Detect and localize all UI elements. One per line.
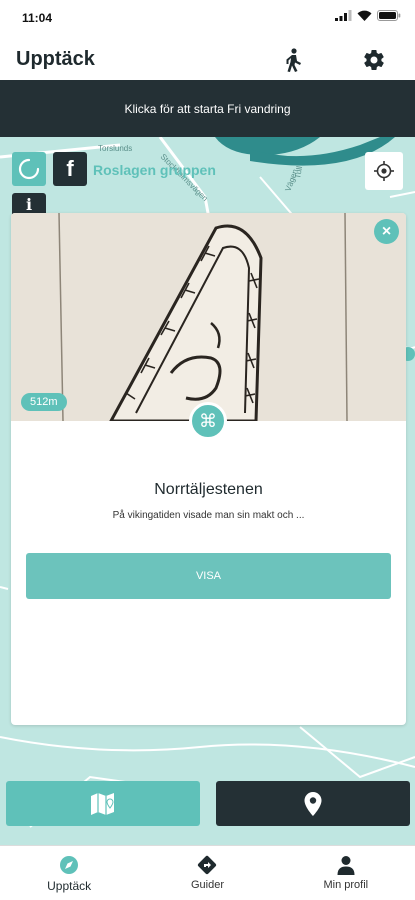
show-place-label: VISA bbox=[195, 570, 222, 582]
refresh-button[interactable] bbox=[12, 152, 46, 186]
nav-item-guides[interactable]: Guider bbox=[138, 846, 276, 900]
signal-icon bbox=[335, 10, 352, 21]
status-icons bbox=[335, 10, 401, 21]
person-icon bbox=[337, 856, 355, 875]
place-card: × ⌘ Norrtäljestenen På vikingatiden visa… bbox=[11, 213, 406, 725]
location-pin-icon bbox=[304, 791, 322, 816]
map-icon bbox=[91, 792, 114, 815]
settings-button[interactable] bbox=[358, 44, 390, 76]
walk-button[interactable] bbox=[277, 44, 309, 76]
map-view-toggle[interactable] bbox=[6, 781, 200, 826]
street-label-1: Torslunds bbox=[98, 144, 132, 153]
page-title: Upptäck bbox=[16, 48, 95, 70]
app-header: Upptäck bbox=[0, 38, 415, 80]
location-view-toggle[interactable] bbox=[216, 781, 410, 826]
distance-badge: 512m bbox=[21, 393, 67, 411]
street-label-4: Tull bbox=[293, 165, 304, 179]
nav-label-discover: Upptäck bbox=[47, 879, 92, 893]
loading-spinner-icon bbox=[18, 158, 40, 180]
close-icon: × bbox=[381, 222, 392, 240]
command-icon: ⌘ bbox=[199, 410, 217, 431]
facebook-button[interactable]: f bbox=[53, 152, 87, 186]
show-place-button[interactable]: VISA bbox=[26, 553, 391, 599]
close-card-button[interactable]: × bbox=[374, 219, 399, 244]
nav-label-guides: Guider bbox=[190, 879, 224, 891]
nav-label-profile: Min profil bbox=[323, 879, 369, 891]
group-name-label[interactable]: Roslagen gruppen bbox=[93, 162, 216, 178]
nav-item-discover[interactable]: Upptäck bbox=[0, 846, 138, 900]
place-description: På vikingatiden visade man sin makt och … bbox=[112, 510, 305, 521]
battery-icon bbox=[377, 10, 401, 21]
gear-icon bbox=[364, 50, 384, 71]
locate-me-button[interactable] bbox=[365, 152, 403, 190]
directions-icon bbox=[198, 855, 217, 875]
crosshair-icon bbox=[374, 161, 394, 181]
walking-icon bbox=[286, 48, 301, 72]
place-type-icon: ⌘ bbox=[189, 402, 227, 440]
status-time: 11:04 bbox=[22, 11, 53, 25]
nav-item-profile[interactable]: Min profil bbox=[277, 846, 415, 900]
wifi-icon bbox=[357, 10, 372, 21]
place-image[interactable] bbox=[11, 213, 406, 421]
compass-icon bbox=[60, 856, 79, 874]
facebook-icon: f bbox=[66, 156, 74, 181]
bottom-nav: Upptäck Guider Min profil bbox=[0, 845, 415, 900]
info-icon: i bbox=[25, 194, 33, 214]
runestone-drawing bbox=[11, 213, 406, 421]
info-button[interactable]: i bbox=[12, 193, 46, 215]
start-walk-text: Klicka för att starta Fri vandring bbox=[124, 101, 291, 116]
status-bar: 11:04 bbox=[0, 0, 415, 38]
start-walk-banner[interactable]: Klicka för att starta Fri vandring bbox=[0, 80, 415, 137]
place-title: Norrtäljestenen bbox=[154, 481, 263, 498]
